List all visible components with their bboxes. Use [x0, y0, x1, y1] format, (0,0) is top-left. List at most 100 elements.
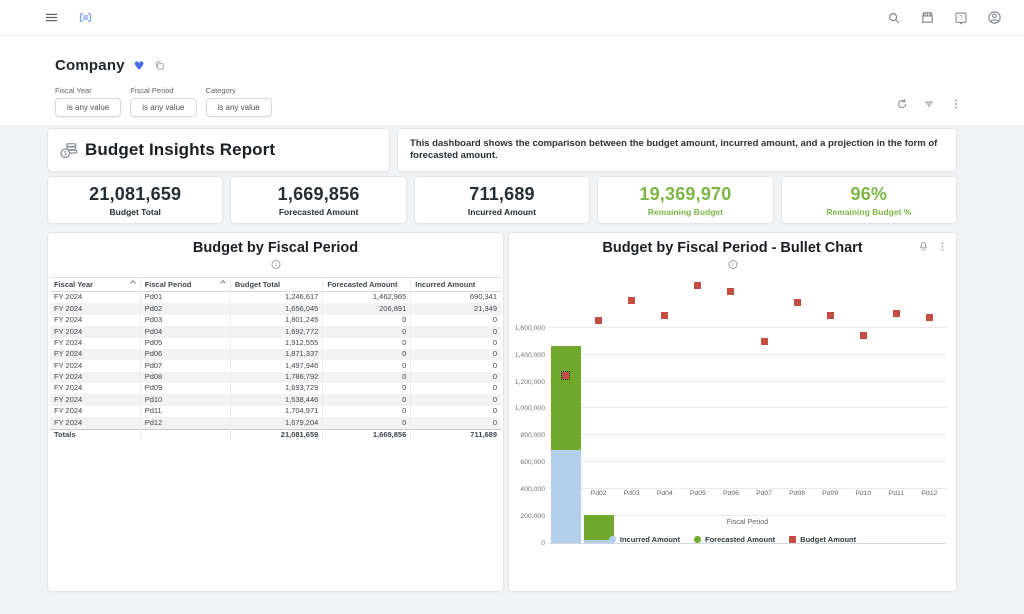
filter-label: Category [206, 86, 272, 95]
table-row[interactable]: FY 2024Pd061,871,33700 [50, 349, 501, 360]
alert-bell-icon[interactable] [918, 241, 929, 252]
dashboard-header: Company ♥ Fiscal Year is any value Fisca… [0, 36, 1024, 125]
filter-icon[interactable] [923, 98, 935, 110]
budget-marker-Pd04[interactable] [661, 312, 668, 319]
sort-asc-icon [220, 280, 226, 286]
filter-fiscal-period-button[interactable]: is any value [130, 98, 196, 117]
y-axis-tick: 400,000 [511, 486, 545, 493]
menu-icon[interactable] [44, 10, 59, 25]
favorite-heart-icon[interactable]: ♥ [134, 60, 145, 72]
col-fiscal-year[interactable]: Fiscal Year [50, 278, 140, 292]
marketplace-icon[interactable] [920, 10, 935, 25]
col-forecasted-amount[interactable]: Forecasted Amount [323, 278, 411, 292]
table-cell: Pd03 [140, 315, 230, 326]
kpi-remaining-budget-pct[interactable]: 96% Remaining Budget % [781, 176, 957, 224]
table-cell: 0 [323, 406, 411, 417]
table-cell: 1,912,555 [230, 338, 322, 349]
table-row[interactable]: FY 2024Pd051,912,55500 [50, 338, 501, 349]
table-cell: Pd10 [140, 394, 230, 405]
x-axis-tick: Pd10 [847, 490, 880, 497]
table-cell: Pd01 [140, 292, 230, 304]
table-row[interactable]: FY 2024Pd011,246,6171,462,965690,341 [50, 292, 501, 304]
table-cell: Pd08 [140, 372, 230, 383]
more-vert-icon[interactable] [950, 98, 962, 110]
budget-marker-Pd07[interactable] [761, 338, 768, 345]
table-row[interactable]: FY 2024Pd021,656,045206,89121,349 [50, 303, 501, 314]
legend-incurred-amount[interactable]: Incurred Amount [609, 535, 680, 544]
info-icon[interactable]: i [728, 260, 737, 269]
budget-marker-Pd12[interactable] [926, 314, 933, 321]
kpi-incurred-amount[interactable]: 711,689 Incurred Amount [414, 176, 590, 224]
incurred-bar-Pd02[interactable] [584, 540, 614, 543]
x-axis-tick: Pd04 [648, 490, 681, 497]
x-axis-tick: Pd09 [814, 490, 847, 497]
col-fiscal-period[interactable]: Fiscal Period [140, 278, 230, 292]
table-cell: 1,656,045 [230, 303, 322, 314]
budget-marker-Pd06[interactable] [727, 288, 734, 295]
table-cell: 0 [411, 326, 501, 337]
gridline [549, 327, 946, 328]
col-budget-total[interactable]: Budget Total [230, 278, 322, 292]
budget-marker-Pd02[interactable] [595, 317, 602, 324]
table-row[interactable]: FY 2024Pd091,693,72900 [50, 383, 501, 394]
budget-marker-Pd10[interactable] [860, 332, 867, 339]
legend-forecasted-amount[interactable]: Forecasted Amount [694, 535, 775, 544]
incurred-bar-Pd01[interactable] [551, 450, 581, 543]
budget-marker-Pd08[interactable] [794, 299, 801, 306]
table-cell: FY 2024 [50, 315, 140, 326]
dashboards-icon[interactable] [78, 10, 93, 25]
table-cell: FY 2024 [50, 406, 140, 417]
legend-budget-amount[interactable]: Budget Amount [789, 535, 856, 544]
budget-marker-Pd03[interactable] [628, 297, 635, 304]
kpi-label: Remaining Budget [648, 207, 723, 217]
table-cell: 0 [323, 372, 411, 383]
kpi-remaining-budget[interactable]: 19,369,970 Remaining Budget [597, 176, 773, 224]
budget-marker-Pd11[interactable] [893, 310, 900, 317]
help-icon[interactable]: ? [954, 11, 968, 25]
gridline [549, 354, 946, 355]
info-icon[interactable]: i [271, 260, 280, 269]
kpi-label: Forecasted Amount [279, 207, 359, 217]
filter-fiscal-period: Fiscal Period is any value [130, 86, 196, 117]
table-cell: FY 2024 [50, 338, 140, 349]
x-axis-title: Fiscal Period [549, 517, 946, 526]
account-icon[interactable] [987, 10, 1002, 25]
table-row[interactable]: FY 2024Pd031,801,24500 [50, 315, 501, 326]
budget-marker-Pd09[interactable] [827, 312, 834, 319]
y-axis-tick: 600,000 [511, 459, 545, 466]
table-row[interactable]: FY 2024Pd101,538,44600 [50, 394, 501, 405]
table-cell: Pd12 [140, 417, 230, 429]
table-cell: FY 2024 [50, 372, 140, 383]
more-vert-icon[interactable] [937, 241, 948, 252]
refresh-icon[interactable] [896, 98, 908, 110]
table-row[interactable]: FY 2024Pd111,704,97100 [50, 406, 501, 417]
kpi-row: 21,081,659 Budget Total 1,669,856 Foreca… [47, 176, 957, 224]
table-cell: 0 [323, 417, 411, 429]
table-cell: Pd09 [140, 383, 230, 394]
table-cell: 0 [411, 383, 501, 394]
table-cell: 0 [323, 360, 411, 371]
page-title: Company [55, 57, 125, 74]
bullet-chart-plot[interactable] [549, 291, 946, 544]
kpi-budget-total[interactable]: 21,081,659 Budget Total [47, 176, 223, 224]
budget-marker-Pd01[interactable] [562, 372, 569, 379]
table-row[interactable]: FY 2024Pd081,786,79200 [50, 372, 501, 383]
report-title-tile: $ Budget Insights Report [47, 128, 390, 172]
table-row[interactable]: FY 2024Pd071,497,94600 [50, 360, 501, 371]
filter-category-button[interactable]: is any value [206, 98, 272, 117]
table-cell: 0 [323, 315, 411, 326]
table-cell: 0 [411, 372, 501, 383]
table-row[interactable]: FY 2024Pd121,679,20400 [50, 417, 501, 429]
table-cell: FY 2024 [50, 383, 140, 394]
kpi-forecasted-amount[interactable]: 1,669,856 Forecasted Amount [230, 176, 406, 224]
filter-label: Fiscal Year [55, 86, 121, 95]
copy-icon[interactable] [154, 60, 165, 71]
gridline [549, 381, 946, 382]
col-incurred-amount[interactable]: Incurred Amount [411, 278, 501, 292]
budget-marker-Pd05[interactable] [694, 282, 701, 289]
filter-fiscal-year-button[interactable]: is any value [55, 98, 121, 117]
table-row[interactable]: FY 2024Pd041,692,77200 [50, 326, 501, 337]
table-cell: 690,341 [411, 292, 501, 304]
y-axis-tick: 1,000,000 [511, 405, 545, 412]
search-icon[interactable] [887, 11, 901, 25]
